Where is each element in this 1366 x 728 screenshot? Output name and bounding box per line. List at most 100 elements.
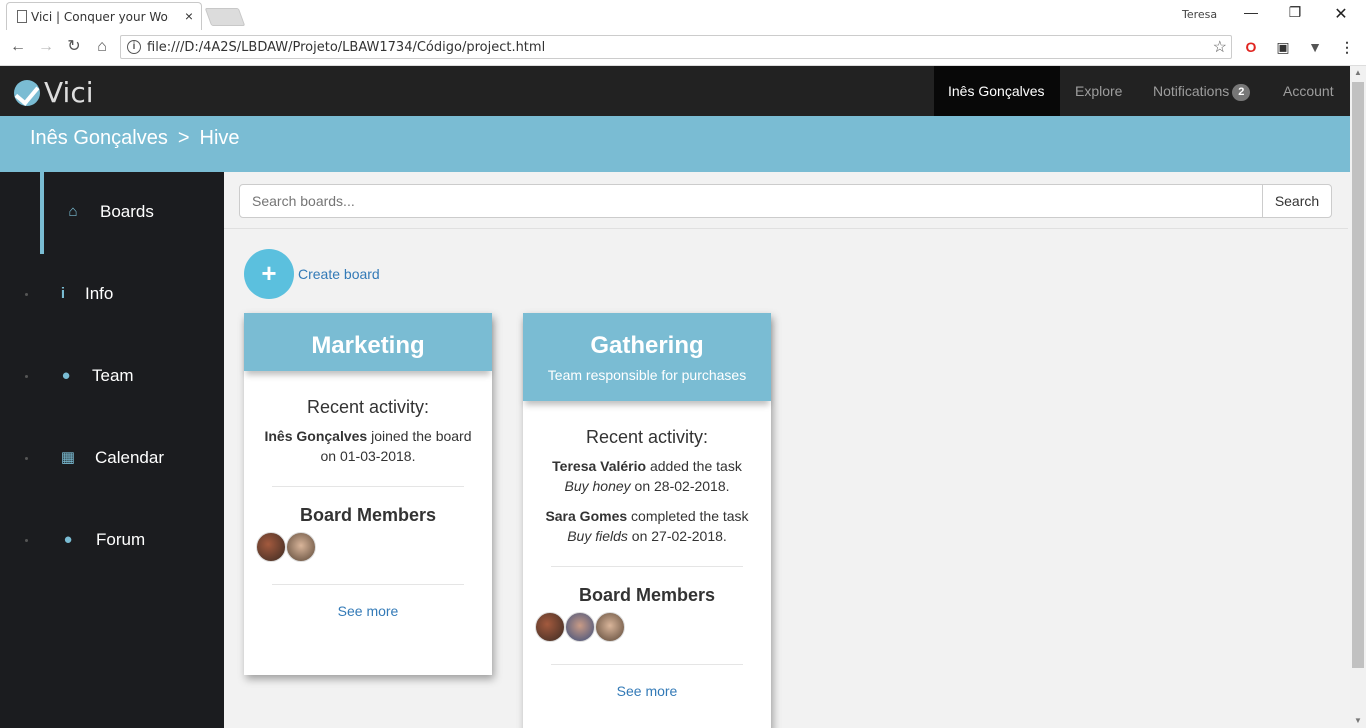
logo-text: Vici: [44, 76, 94, 109]
minimize-icon[interactable]: —: [1236, 4, 1266, 24]
board-title[interactable]: Marketing: [244, 331, 492, 361]
create-board-link[interactable]: Create board: [298, 266, 380, 282]
search-button[interactable]: Search: [1262, 184, 1332, 218]
nav-notifications-link[interactable]: Notifications 2: [1139, 66, 1264, 116]
board-card-marketing: Marketing Recent activity: Inês Gonçalve…: [244, 313, 492, 675]
page-viewport: Vici Inês Gonçalves Explore Notification…: [0, 66, 1350, 728]
breadcrumb-user[interactable]: Inês Gonçalves: [30, 127, 168, 149]
comments-icon: ●: [63, 531, 73, 548]
board-body: Recent activity: Teresa Valério added th…: [523, 401, 771, 725]
activity-text: on 28-02-2018.: [630, 478, 730, 494]
board-body: Recent activity: Inês Gonçalves joined t…: [244, 371, 492, 645]
board-header[interactable]: Gathering Team responsible for purchases: [523, 313, 771, 401]
browser-tab[interactable]: Vici | Conquer your Work ×: [6, 2, 202, 30]
page-scrollbar[interactable]: ▲ ▼: [1350, 66, 1366, 728]
bookmark-star-icon[interactable]: ☆: [1213, 37, 1227, 57]
sidebar-item-label: Calendar: [95, 448, 164, 467]
nav-account-link[interactable]: Account: [1269, 66, 1348, 116]
board-header[interactable]: Marketing: [244, 313, 492, 371]
avatar[interactable]: [256, 532, 286, 562]
activity-task: Buy fields: [567, 528, 628, 544]
sidebar-item-forum[interactable]: ● Forum: [0, 500, 224, 582]
nav-user-link[interactable]: Inês Gonçalves: [934, 66, 1060, 116]
avatar[interactable]: [286, 532, 316, 562]
logo[interactable]: Vici: [14, 76, 94, 109]
divider: [551, 664, 743, 665]
restore-icon[interactable]: ❐: [1280, 4, 1310, 24]
forward-arrow-icon[interactable]: →: [36, 37, 56, 57]
member-avatars: [256, 532, 472, 564]
sidebar-item-boards[interactable]: ⌂ Boards: [0, 172, 224, 254]
window-close-icon[interactable]: ✕: [1326, 4, 1356, 24]
board-members-heading: Board Members: [578, 585, 716, 605]
activity-text: completed the task: [627, 508, 749, 524]
document-icon: [17, 10, 27, 23]
url-text[interactable]: file:///D:/4A2S/LBDAW/Projeto/LBAW1734/C…: [147, 40, 545, 55]
sidebar-item-calendar[interactable]: ▦ Calendar: [0, 418, 224, 500]
scrollbar-thumb[interactable]: [1352, 82, 1364, 668]
home-icon: ⌂: [68, 203, 78, 220]
plus-icon[interactable]: +: [244, 249, 294, 299]
nav-explore-link[interactable]: Explore: [1061, 66, 1136, 116]
notifications-label: Notifications: [1153, 83, 1230, 99]
avatar[interactable]: [565, 612, 595, 642]
activity-user: Teresa Valério: [552, 458, 647, 474]
activity-text: added the task: [646, 458, 742, 474]
activity-item: Inês Gonçalves joined the board on 01-03…: [264, 426, 472, 466]
info-icon: i: [60, 285, 66, 302]
opera-extension-icon[interactable]: O: [1242, 38, 1260, 56]
breadcrumb-separator: >: [177, 127, 190, 149]
sidebar-item-label: Forum: [96, 530, 146, 549]
sidebar-item-label: Team: [92, 366, 134, 385]
boards-panel: + Create board Marketing Recent activity…: [224, 228, 1348, 728]
active-indicator: [40, 172, 44, 254]
home-button-icon[interactable]: ⌂: [92, 37, 112, 57]
calendar-icon: ▦: [60, 449, 76, 466]
activity-task: Buy honey: [564, 478, 631, 494]
browser-profile-name[interactable]: Teresa: [1182, 8, 1217, 21]
breadcrumb: Inês Gonçalves > Hive: [0, 116, 1350, 172]
activity-item: Teresa Valério added the task Buy honey …: [543, 456, 751, 496]
new-tab-button[interactable]: [204, 8, 246, 26]
search-group: Search: [239, 184, 1332, 218]
divider: [272, 486, 464, 487]
breadcrumb-project[interactable]: Hive: [200, 127, 240, 149]
back-arrow-icon[interactable]: ←: [8, 37, 28, 57]
board-members-heading: Board Members: [299, 505, 437, 525]
bullet-dot: [25, 293, 28, 296]
tab-title: Vici | Conquer your Work: [31, 9, 169, 24]
scroll-down-arrow-icon[interactable]: ▼: [1350, 714, 1366, 728]
see-more-link[interactable]: See more: [543, 683, 751, 699]
notification-count-badge: 2: [1232, 84, 1251, 101]
site-info-icon[interactable]: i: [127, 40, 141, 54]
board-title[interactable]: Gathering: [523, 331, 771, 361]
create-board-button[interactable]: + Create board: [244, 249, 380, 299]
avatar[interactable]: [535, 612, 565, 642]
activity-user: Sara Gomes: [545, 508, 628, 524]
browser-toolbar: ← → ↻ ⌂ i file:///D:/4A2S/LBDAW/Projeto/…: [0, 30, 1366, 66]
top-navbar: Vici Inês Gonçalves Explore Notification…: [0, 66, 1350, 116]
browser-tab-strip: Vici | Conquer your Work × Teresa — ❐ ✕: [0, 0, 1366, 30]
sidebar-item-team[interactable]: ● Team: [0, 336, 224, 418]
browser-menu-icon[interactable]: ⋮: [1338, 38, 1356, 56]
activity-user: Inês Gonçalves: [264, 428, 368, 444]
reload-icon[interactable]: ↻: [64, 37, 84, 57]
divider: [272, 584, 464, 585]
filter-extension-icon[interactable]: ▼: [1306, 38, 1324, 56]
tab-close-icon[interactable]: ×: [185, 8, 193, 24]
bullet-dot: [25, 375, 28, 378]
activity-item: Sara Gomes completed the task Buy fields…: [543, 506, 751, 546]
board-description: Team responsible for purchases: [547, 367, 747, 383]
see-more-link[interactable]: See more: [264, 603, 472, 619]
avatar[interactable]: [595, 612, 625, 642]
sidebar-item-label: Info: [85, 284, 114, 303]
recent-activity-heading: Recent activity:: [585, 427, 709, 447]
extension-icon[interactable]: ▣: [1274, 38, 1292, 56]
divider: [551, 566, 743, 567]
address-bar[interactable]: i file:///D:/4A2S/LBDAW/Projeto/LBAW1734…: [120, 35, 1232, 59]
search-input[interactable]: [239, 184, 1263, 218]
recent-activity-heading: Recent activity:: [306, 397, 430, 417]
check-logo-icon: [14, 79, 40, 106]
scroll-up-arrow-icon[interactable]: ▲: [1350, 66, 1366, 80]
sidebar-item-info[interactable]: i Info: [0, 254, 224, 336]
